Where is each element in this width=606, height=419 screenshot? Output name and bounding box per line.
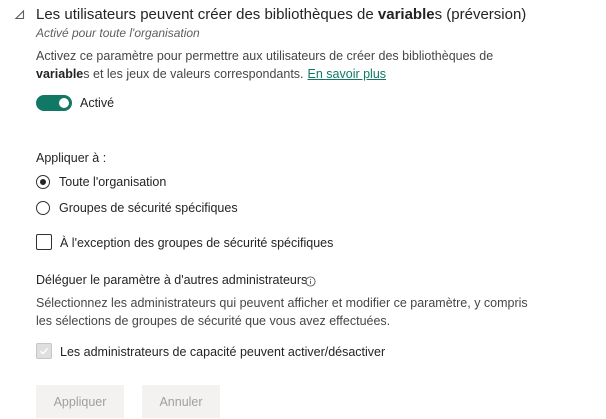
apply-button[interactable]: Appliquer [36,385,124,418]
title-prefix: Les utilisateurs peuvent créer des bibli… [36,6,378,23]
delegate-description-line2: les sélections de groupes de sécurité qu… [36,314,391,328]
setting-description: Activez ce paramètre pour permettre aux … [36,47,556,83]
setting-status: Activé pour toute l'organisation [36,26,200,40]
radio-entire-organization-label[interactable]: Toute l'organisation [59,174,166,190]
capacity-admins-label[interactable]: Les administrateurs de capacité peuvent … [60,344,385,360]
toggle-knob [59,98,69,108]
apply-to-label: Appliquer à : [36,151,107,165]
enable-toggle[interactable] [36,95,72,111]
delegate-title: Déléguer le paramètre à d'autres adminis… [36,273,308,287]
cancel-button[interactable]: Annuler [142,385,220,418]
radio-entire-organization[interactable] [36,175,50,189]
description-bold: variable [36,67,84,81]
radio-specific-security-groups-label[interactable]: Groupes de sécurité spécifiques [59,200,238,216]
learn-more-link[interactable]: En savoir plus [308,67,387,81]
except-security-groups-checkbox[interactable] [36,234,52,250]
checkmark-icon [40,347,49,355]
title-suffix: s (préversion) [434,6,527,23]
delegate-description: Sélectionnez les administrateurs qui peu… [36,294,556,330]
delegate-description-line1: Sélectionnez les administrateurs qui peu… [36,296,528,310]
toggle-label: Activé [80,96,115,110]
title-bold: variable [377,6,435,23]
description-line2: s et les jeux de valeurs correspondants. [83,67,304,81]
radio-specific-security-groups[interactable] [36,201,50,215]
info-icon[interactable] [305,274,316,287]
setting-title: Les utilisateurs peuvent créer des bibli… [36,5,526,25]
capacity-admins-checkbox[interactable] [36,343,52,359]
collapse-triangle-icon[interactable] [14,8,26,20]
description-line1: Activez ce paramètre pour permettre aux … [36,49,494,63]
except-security-groups-label[interactable]: À l'exception des groupes de sécurité sp… [60,235,333,251]
